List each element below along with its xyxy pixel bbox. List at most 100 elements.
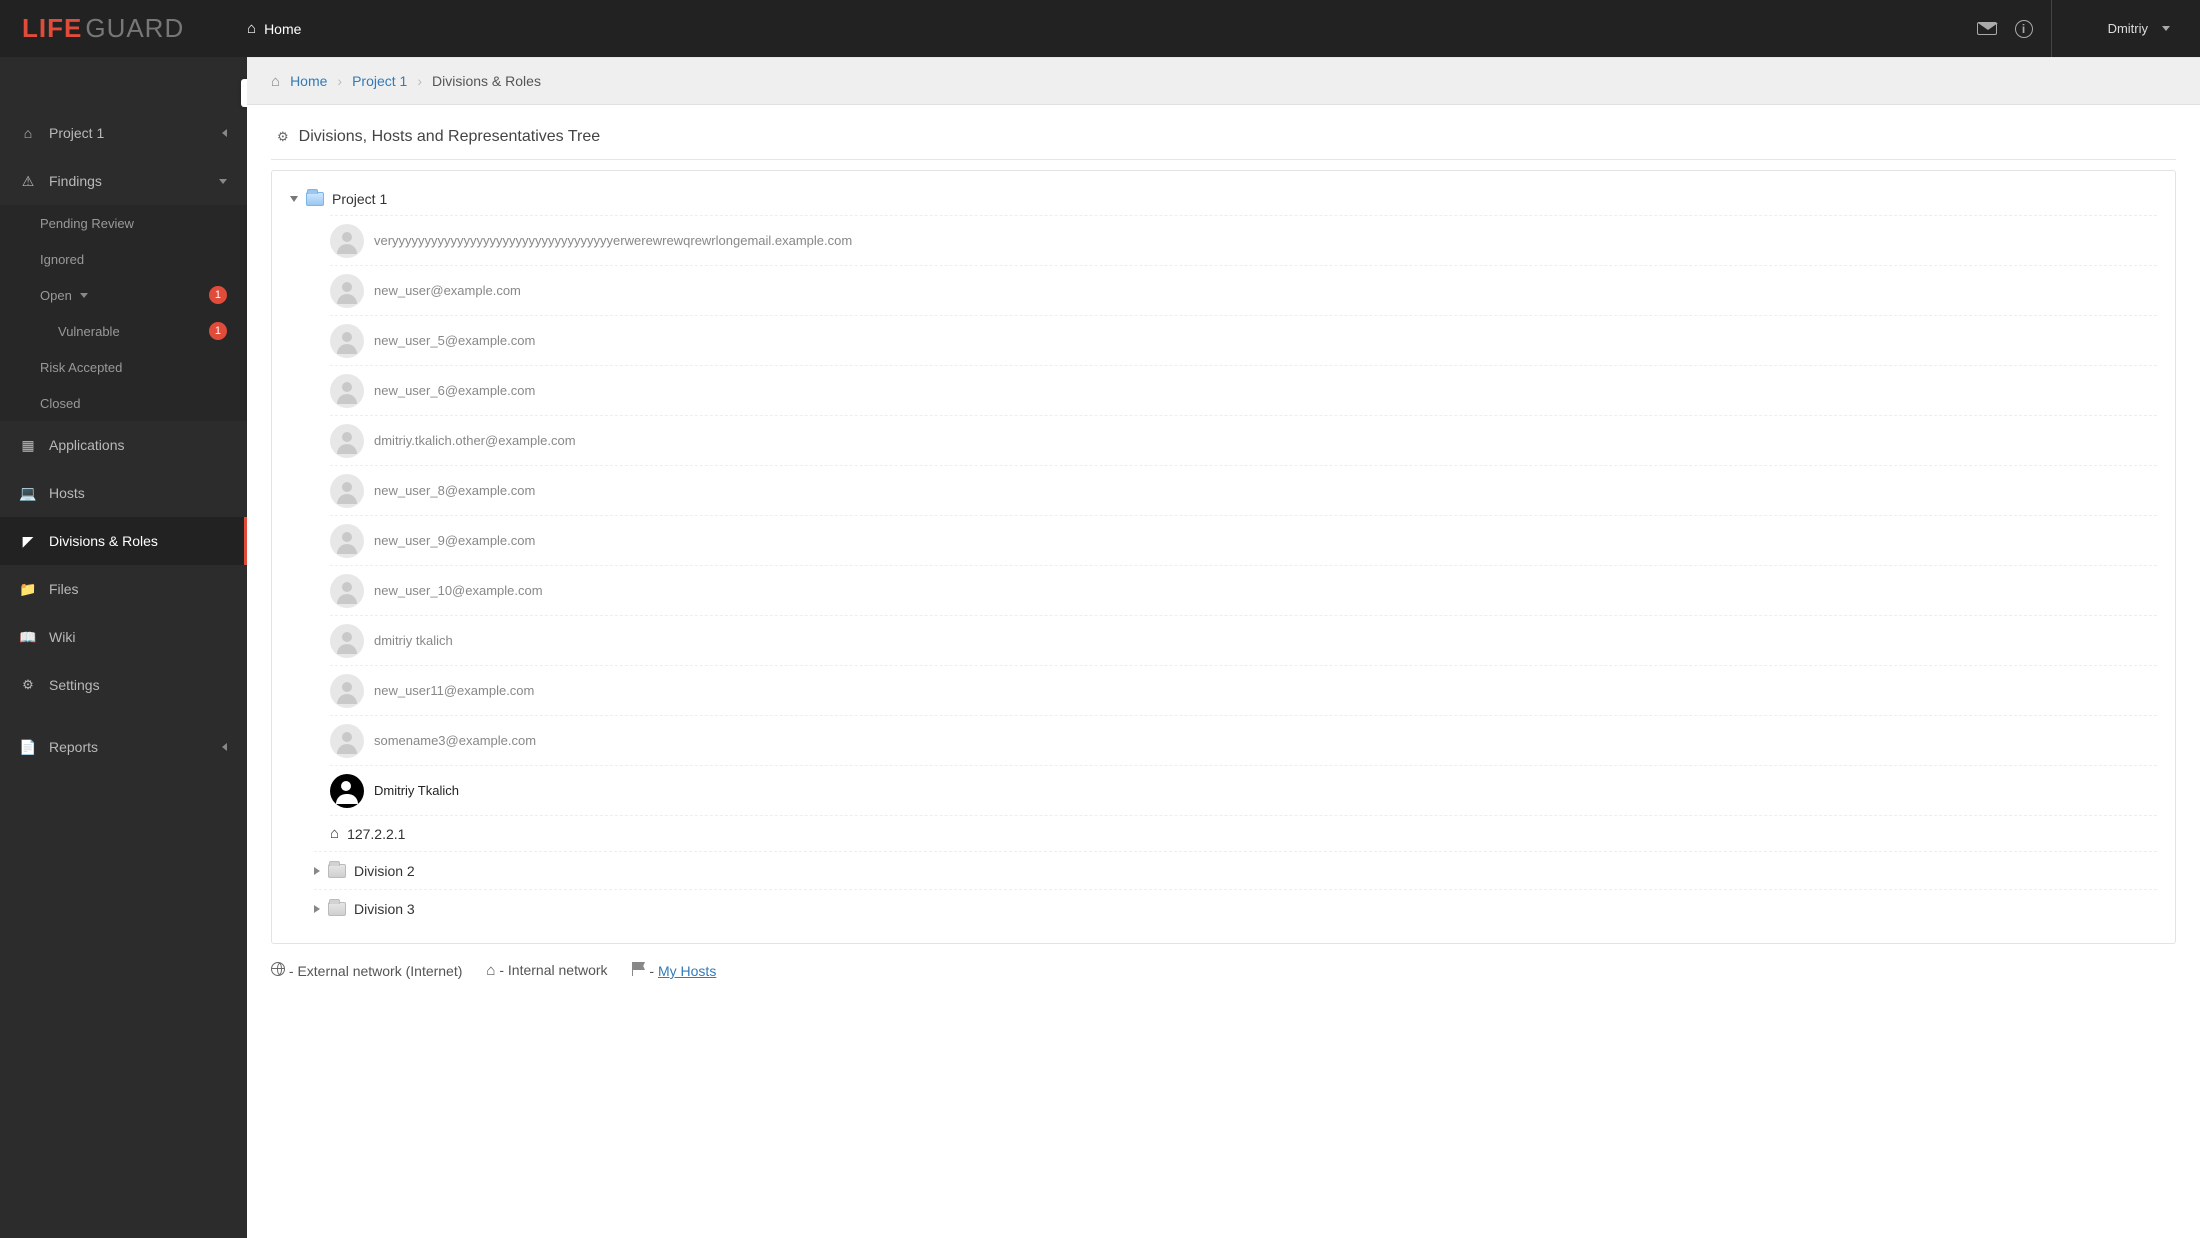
sidebar-item-project[interactable]: ⌂Project 1 — [0, 109, 247, 157]
tree-user[interactable]: new_user_8@example.com — [330, 465, 2157, 515]
breadcrumb-project[interactable]: Project 1 — [352, 73, 407, 89]
tree-user-label: somename3@example.com — [374, 733, 536, 748]
tree-user-label: new_user_8@example.com — [374, 483, 535, 498]
tree-user-label: new_user_9@example.com — [374, 533, 535, 548]
sidebar-item-divisions[interactable]: ◤Divisions & Roles — [0, 517, 247, 565]
folder-open-icon — [306, 192, 324, 206]
sidebar-item-label: Divisions & Roles — [49, 533, 158, 549]
home-icon — [247, 20, 256, 37]
tree-user[interactable]: somename3@example.com — [330, 715, 2157, 765]
tree-division-label: Division 2 — [354, 863, 415, 879]
chevron-left-icon — [222, 129, 227, 137]
user-avatar-icon — [2074, 17, 2098, 41]
sidebar-item-files[interactable]: 📁 Files — [0, 565, 247, 613]
sidebar-item-findings[interactable]: ⚠Findings — [0, 157, 247, 205]
sidebar-item-hosts[interactable]: 💻Hosts — [0, 469, 247, 517]
sidebar-item-label: Files — [49, 581, 79, 597]
home-icon — [271, 73, 280, 90]
brand-part1: LIFE — [22, 13, 82, 44]
tree-toggle-closed-icon[interactable] — [314, 905, 320, 913]
sidebar-item-open[interactable]: Open 1 — [0, 277, 247, 313]
legend-myhosts-link[interactable]: My Hosts — [658, 963, 716, 979]
breadcrumb-current: Divisions & Roles — [432, 73, 541, 89]
tree-user[interactable]: new_user_9@example.com — [330, 515, 2157, 565]
folder-closed-icon — [328, 864, 346, 878]
avatar-icon — [330, 324, 364, 358]
sidebar-item-label: Closed — [40, 396, 80, 411]
panel-title-text: Divisions, Hosts and Representatives Tre… — [299, 128, 600, 146]
tree-user[interactable]: new_user@example.com — [330, 265, 2157, 315]
brand-logo[interactable]: LIFEGUARD — [0, 13, 247, 44]
tree-toggle-closed-icon[interactable] — [314, 867, 320, 875]
main-content: Home › Project 1 › Divisions & Roles ⚙ D… — [247, 57, 2200, 1238]
sidebar-item-ignored[interactable]: Ignored — [0, 241, 247, 277]
panel-title: ⚙ Divisions, Hosts and Representatives T… — [271, 120, 2176, 160]
legend-internal-text: - Internal network — [495, 962, 607, 978]
tree-user[interactable]: new_user_5@example.com — [330, 315, 2157, 365]
sidebar-item-risk-accepted[interactable]: Risk Accepted — [0, 349, 247, 385]
tree-user-label: new_user@example.com — [374, 283, 521, 298]
sidebar-item-label: Ignored — [40, 252, 84, 267]
sidebar-item-wiki[interactable]: 📖Wiki — [0, 613, 247, 661]
home-icon — [330, 825, 339, 842]
avatar-icon — [330, 674, 364, 708]
sidebar-item-applications[interactable]: ▦ Applications — [0, 421, 247, 469]
tree-user-label: Dmitriy Tkalich — [374, 783, 459, 798]
chevron-down-icon — [219, 179, 227, 184]
breadcrumb-home[interactable]: Home — [290, 73, 327, 89]
tree-division[interactable]: Division 2 — [314, 851, 2157, 889]
tree-toggle-open-icon[interactable] — [290, 196, 298, 202]
tree-user-label: new_user_10@example.com — [374, 583, 543, 598]
tree-user-label: new_user11@example.com — [374, 683, 534, 698]
legend: - External network (Internet) - Internal… — [271, 944, 2176, 979]
avatar-icon — [330, 374, 364, 408]
sidebar-item-vulnerable[interactable]: Vulnerable 1 — [0, 313, 247, 349]
sidebar-findings-submenu: Pending Review Ignored Open 1 Vulnerable… — [0, 205, 247, 421]
user-menu[interactable]: Dmitriy — [2051, 0, 2170, 57]
tree-user[interactable]: dmitriy tkalich — [330, 615, 2157, 665]
breadcrumb: Home › Project 1 › Divisions & Roles — [247, 57, 2200, 105]
tree-root[interactable]: Project 1 — [290, 183, 2157, 215]
topnav-home-label: Home — [264, 21, 301, 37]
legend-sep: - — [646, 963, 658, 979]
chevron-right-icon: › — [417, 73, 422, 89]
tree-user[interactable]: dmitriy.tkalich.other@example.com — [330, 415, 2157, 465]
tree-user-label: dmitriy.tkalich.other@example.com — [374, 433, 576, 448]
sidebar-item-pending-review[interactable]: Pending Review — [0, 205, 247, 241]
topnav-home[interactable]: Home — [247, 20, 301, 37]
count-badge: 1 — [209, 286, 227, 304]
folder-icon: 📁 — [20, 581, 36, 598]
tree-division[interactable]: Division 3 — [314, 889, 2157, 927]
tree-user[interactable]: new_user_6@example.com — [330, 365, 2157, 415]
tree-user-label: veryyyyyyyyyyyyyyyyyyyyyyyyyyyyyyyyyyerw… — [374, 233, 852, 248]
chevron-left-icon — [222, 743, 227, 751]
chevron-down-icon — [2162, 26, 2170, 31]
tree-user[interactable]: veryyyyyyyyyyyyyyyyyyyyyyyyyyyyyyyyyyerw… — [330, 215, 2157, 265]
tree-user[interactable]: new_user_10@example.com — [330, 565, 2157, 615]
mail-icon[interactable] — [1977, 22, 1997, 35]
sidebar-item-settings[interactable]: ⚙Settings — [0, 661, 247, 709]
sidebar-item-label: Open — [40, 288, 72, 303]
flag-icon — [632, 962, 646, 976]
apps-icon: ▦ — [20, 437, 36, 454]
folder-closed-icon — [328, 902, 346, 916]
warning-icon: ⚠ — [20, 173, 36, 190]
sidebar-item-label: Risk Accepted — [40, 360, 122, 375]
tree-user[interactable]: new_user11@example.com — [330, 665, 2157, 715]
sidebar-item-label: Project 1 — [49, 125, 104, 141]
tree-user-label: new_user_5@example.com — [374, 333, 535, 348]
sidebar: ‹ ⌂Project 1 ⚠Findings Pending Review Ig… — [0, 57, 247, 1238]
cogs-icon: ⚙ — [20, 677, 36, 693]
count-badge: 1 — [209, 322, 227, 340]
sidebar-item-label: Applications — [49, 437, 125, 453]
tree-host[interactable]: 127.2.2.1 — [330, 815, 2157, 851]
avatar-icon — [330, 724, 364, 758]
sidebar-item-label: Reports — [49, 739, 98, 755]
sidebar-item-closed[interactable]: Closed — [0, 385, 247, 421]
avatar-icon — [330, 474, 364, 508]
book-icon: 📖 — [20, 629, 36, 646]
sidebar-item-reports[interactable]: 📄Reports — [0, 723, 247, 771]
info-icon[interactable]: i — [2015, 20, 2033, 38]
cogs-icon: ⚙ — [277, 129, 289, 145]
tree-user-self[interactable]: Dmitriy Tkalich — [330, 765, 2157, 815]
